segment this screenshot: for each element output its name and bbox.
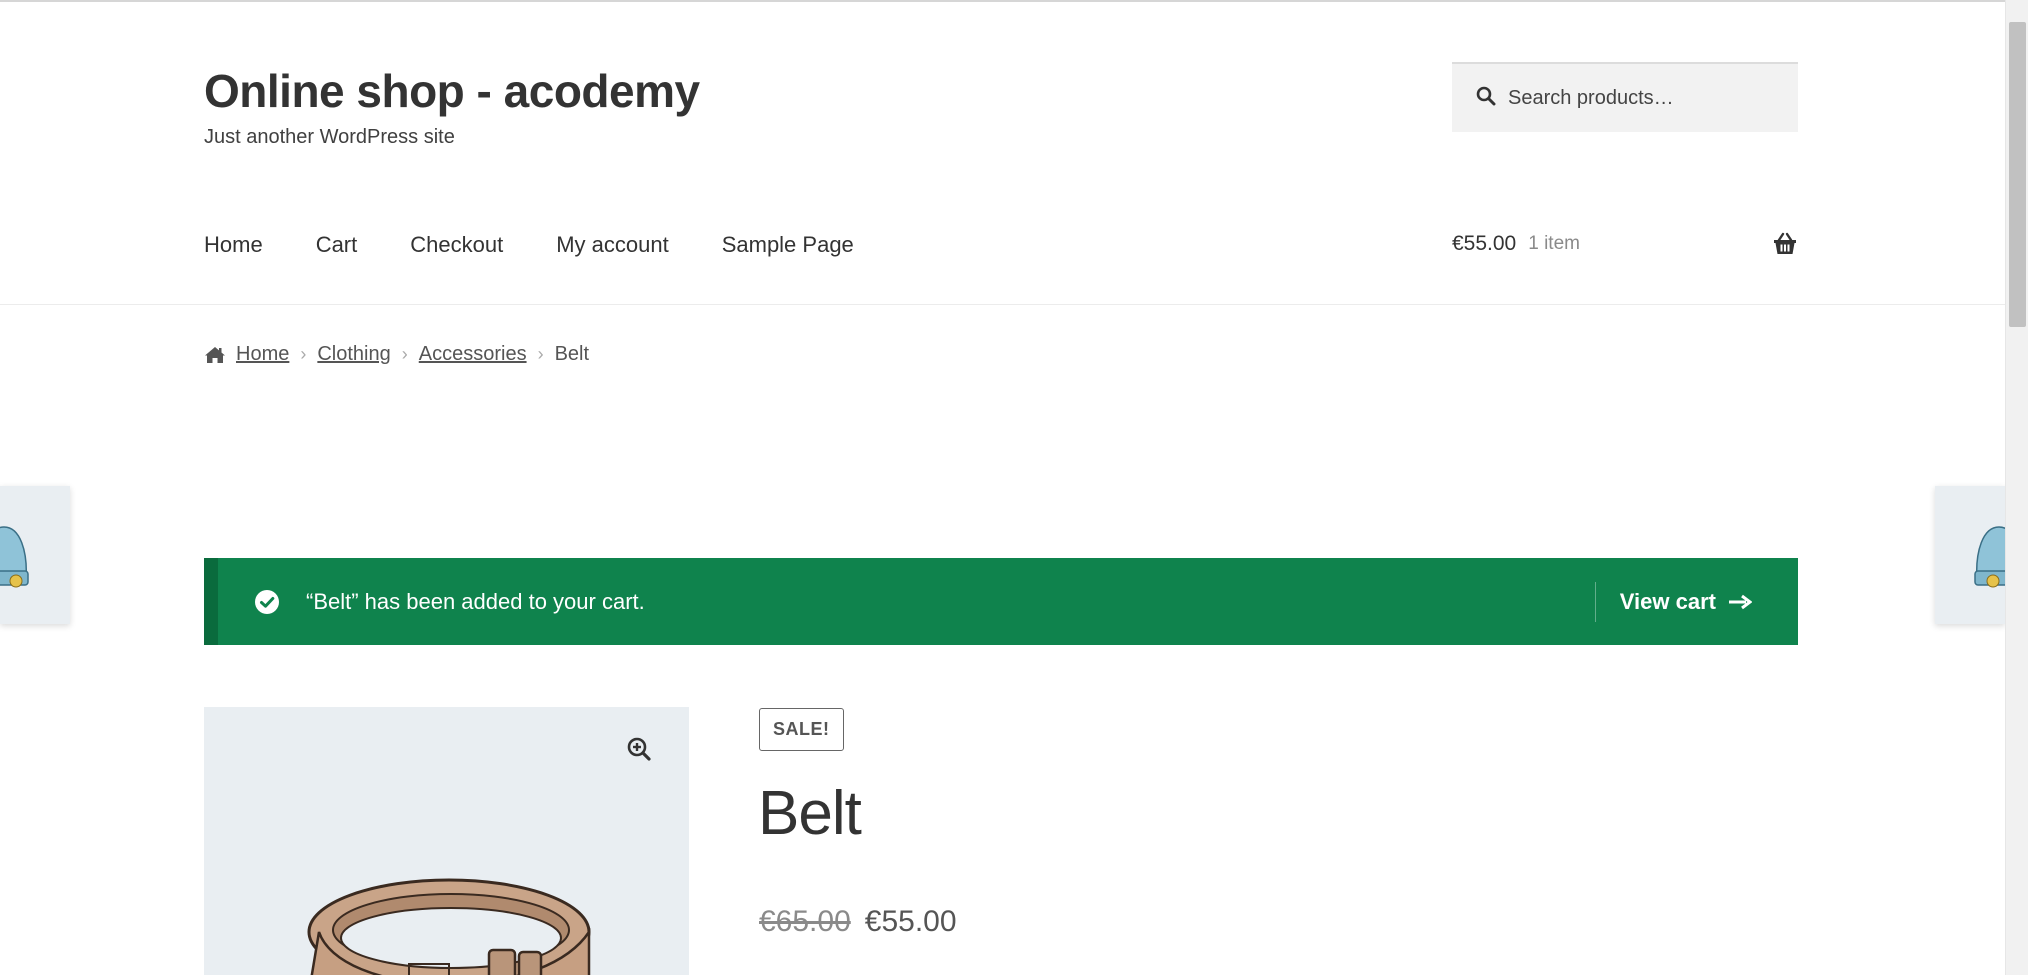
scrollbar-thumb[interactable] (2009, 22, 2026, 327)
breadcrumb-clothing[interactable]: Clothing (317, 343, 390, 366)
basket-icon[interactable] (1772, 232, 1798, 256)
site-title[interactable]: Online shop - acodemy (204, 64, 700, 118)
cart-success-notice: “Belt” has been added to your cart. View… (204, 558, 1798, 645)
mini-cart-count: 1 item (1528, 233, 1580, 254)
previous-product-thumbnail[interactable] (0, 486, 70, 624)
search-input[interactable] (1508, 86, 1788, 110)
nav-item-sample-page[interactable]: Sample Page (722, 232, 854, 258)
belt-image (307, 878, 591, 975)
breadcrumb-home[interactable]: Home (236, 343, 289, 366)
check-circle-icon (254, 589, 280, 615)
arrow-right-icon (1729, 594, 1752, 609)
chevron-right-icon: › (537, 344, 544, 364)
nav-item-home[interactable]: Home (204, 232, 263, 258)
sale-price: €55.00 (864, 905, 957, 938)
product-price: €65.00 €55.00 (759, 905, 957, 939)
top-border (0, 0, 2005, 2)
product-image[interactable] (204, 707, 689, 975)
view-cart-button[interactable]: View cart (1596, 589, 1798, 615)
sale-badge: SALE! (759, 708, 844, 751)
regular-price: €65.00 (759, 905, 851, 938)
nav-item-checkout[interactable]: Checkout (410, 232, 503, 258)
breadcrumb: Home › Clothing › Accessories › Belt (204, 343, 589, 366)
site-tagline: Just another WordPress site (204, 126, 455, 148)
breadcrumb-current: Belt (554, 343, 590, 365)
zoom-icon[interactable] (621, 731, 657, 767)
notice-message: “Belt” has been added to your cart. (306, 588, 645, 614)
page-scrollbar[interactable] (2005, 0, 2028, 975)
search-form[interactable] (1452, 62, 1798, 132)
mini-cart[interactable]: €55.00 1 item (1452, 232, 1798, 256)
home-icon (204, 346, 226, 364)
beanie-image (1974, 526, 2005, 588)
view-cart-label: View cart (1619, 588, 1716, 614)
primary-nav: Home Cart Checkout My account Sample Pag… (204, 232, 854, 258)
mini-cart-amount: €55.00 (1452, 232, 1517, 255)
breadcrumb-accessories[interactable]: Accessories (419, 343, 527, 366)
chevron-right-icon: › (300, 344, 307, 364)
header-divider (0, 304, 2005, 305)
chevron-right-icon: › (401, 344, 408, 364)
search-icon (1476, 86, 1496, 111)
beanie-image (0, 526, 29, 588)
next-product-thumbnail[interactable] (1935, 486, 2005, 624)
product-title: Belt (758, 779, 862, 848)
nav-item-my-account[interactable]: My account (556, 232, 669, 258)
nav-item-cart[interactable]: Cart (316, 232, 358, 258)
